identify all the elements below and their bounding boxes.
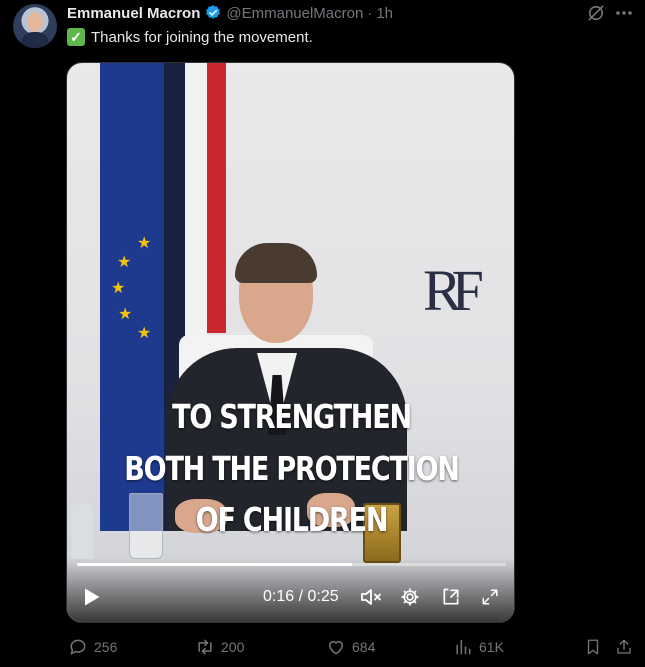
avatar-suit [21, 32, 49, 48]
rf-monogram: RF [423, 258, 484, 323]
like-count: 684 [352, 639, 376, 655]
dock-button[interactable] [440, 586, 462, 608]
bookmark-icon [587, 639, 599, 655]
dock-icon [443, 588, 459, 605]
like-button[interactable]: 684 [326, 636, 375, 658]
video-caption-line: TO STRENGTHEN [172, 397, 412, 436]
fullscreen-button[interactable] [479, 586, 501, 608]
author-handle[interactable]: @EmmanuelMacron [226, 5, 363, 22]
flag-red-stripe [207, 63, 226, 333]
like-icon [329, 641, 343, 655]
eu-star-icon: ★ [137, 325, 152, 342]
post-header: Emmanuel Macron @EmmanuelMacron · 1h [67, 3, 393, 23]
repost-icon [198, 639, 212, 655]
more-icon[interactable] [613, 3, 635, 23]
eu-star-icon: ★ [137, 235, 152, 252]
play-icon [85, 588, 100, 606]
eu-star-icon: ★ [118, 306, 133, 323]
share-icon [617, 639, 631, 654]
mute-button[interactable] [360, 586, 382, 608]
reply-button[interactable]: 256 [68, 636, 117, 658]
views-icon [456, 639, 471, 655]
settings-icon [401, 588, 419, 606]
water-bottle [71, 503, 93, 559]
mute-icon [361, 589, 381, 605]
author-name[interactable]: Emmanuel Macron [67, 5, 200, 22]
reply-icon [70, 639, 86, 655]
video-progress-bar[interactable] [77, 563, 506, 566]
video-caption-line: BOTH THE PROTECTION [124, 449, 460, 488]
avatar-face [27, 12, 43, 32]
author-avatar[interactable] [13, 4, 57, 48]
post-text-content: Thanks for joining the movement. [91, 28, 313, 46]
post-action-bar: 256 200 684 61K [0, 636, 645, 658]
bookmark-button[interactable] [584, 636, 608, 658]
post-text: ✓ Thanks for joining the movement. [67, 28, 313, 46]
reply-count: 256 [94, 639, 118, 655]
view-count: 61K [479, 639, 504, 655]
settings-button[interactable] [399, 586, 421, 608]
eu-star-icon: ★ [111, 280, 126, 297]
post-time[interactable]: 1h [376, 5, 393, 22]
check-emoji-icon: ✓ [67, 28, 85, 46]
separator-dot: · [367, 4, 373, 22]
repost-count: 200 [221, 639, 245, 655]
verified-badge-icon [206, 5, 221, 19]
speaker-hair [235, 243, 317, 283]
views-button[interactable]: 61K [453, 636, 504, 658]
eu-star-icon: ★ [117, 254, 132, 271]
video-progress-fill [77, 563, 352, 566]
grok-icon[interactable] [586, 3, 606, 23]
video-caption-line: OF CHILDREN [195, 500, 389, 539]
fullscreen-icon [482, 589, 498, 605]
video-time-readout: 0:16 / 0:25 [263, 588, 339, 605]
play-button[interactable] [81, 586, 103, 608]
repost-button[interactable]: 200 [195, 636, 244, 658]
video-player[interactable]: ★ ★ ★ ★ ★ RF TO STRENGTHEN BOTH THE PROT… [66, 62, 515, 623]
share-button[interactable] [615, 636, 639, 658]
